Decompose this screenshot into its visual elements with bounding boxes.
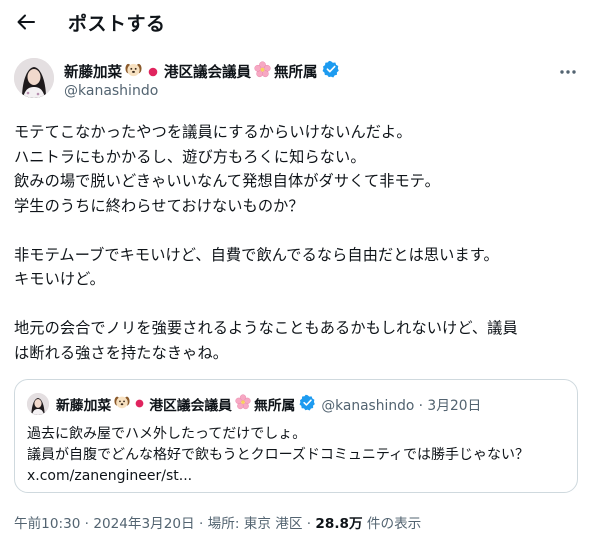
quoted-tweet[interactable]: 新藤加菜 港区議会議員 無所属 @kanashindo · 3月20日 過去に飲… <box>14 379 578 493</box>
verified-badge-icon <box>322 60 340 82</box>
quote-text: 過去に飲み屋でハメ外したってだけでしょ。 議員が自腹でどんな格好で飲もうとクロー… <box>27 424 572 487</box>
author-row: 新藤加菜 港区議会議員 無所属 @kanashindo <box>14 58 580 102</box>
avatar-image <box>14 58 54 98</box>
more-button[interactable] <box>558 62 578 82</box>
tweet-line: キモいけど。 <box>14 270 105 288</box>
top-bar: ポストする <box>0 0 590 48</box>
quote-avatar <box>27 393 49 415</box>
author-name-suffix: 港区議会議員 <box>164 64 251 81</box>
tweet-line: は断れる強さを持たなきゃね。 <box>14 343 229 362</box>
japan-flag-emoji <box>135 396 144 412</box>
author-affiliation: 無所属 <box>274 64 318 81</box>
quote-author-name: 新藤加菜 <box>56 398 112 414</box>
author-name-line[interactable]: 新藤加菜 港区議会議員 無所属 <box>64 60 340 82</box>
japan-flag-emoji <box>148 62 158 81</box>
meta-separator: · <box>198 516 208 532</box>
dog-face-emoji <box>125 61 142 82</box>
tweet-line: 学生のうちに終わらせておけないものか？ <box>14 196 304 215</box>
tweet-line: 飲みの場で脱いどきゃいいなんて発想自体がダサくて非モテ。 <box>14 172 440 190</box>
author-name: 新藤加菜 <box>64 64 122 81</box>
tweet-line: モテてこなかったやつを議員にするからいけないんだよ。 <box>14 123 412 141</box>
quote-line: 過去に飲み屋でハメ外したってだけでしょ。 <box>27 426 307 442</box>
more-horizontal-icon <box>560 70 576 74</box>
verified-badge-icon <box>299 394 316 415</box>
tweet-line: 地元の会合でノリを強要されるようなこともあるかもしれないけど、議員 <box>14 319 518 337</box>
dog-face-emoji <box>114 394 130 414</box>
page-title: ポストする <box>68 13 166 35</box>
quote-line: 議員が自腹でどんな格好で飲もうとクローズドコミュニティでは勝手じゃない？ <box>27 447 530 463</box>
quote-header: 新藤加菜 港区議会議員 無所属 @kanashindo · 3月20日 <box>56 393 481 415</box>
arrow-left-icon <box>17 14 35 30</box>
cherry-blossom-emoji <box>235 394 251 414</box>
author-handle[interactable]: @kanashindo <box>64 83 158 99</box>
avatar[interactable] <box>14 58 54 98</box>
quote-author-suffix: 港区議会議員 <box>149 398 232 414</box>
tweet-timestamp[interactable]: 午前10:30 · 2024年3月20日 <box>14 516 195 532</box>
quote-link[interactable]: x.com/zanengineer/st... <box>27 466 572 487</box>
tweet-line: 非モテムーブでキモいけど、自費で飲んでるなら自由だとは思います。 <box>14 245 499 264</box>
tweet-meta: 午前10:30 · 2024年3月20日 · 場所: 東京 港区 · 28.8万… <box>14 512 421 532</box>
tweet-line: ハニトラにもかかるし、遊び方もろくに知らない。 <box>14 147 366 166</box>
back-button[interactable] <box>14 10 38 34</box>
views-count: 28.8万 <box>315 516 363 532</box>
tweet-text: モテてこなかったやつを議員にするからいけないんだよ。 ハニトラにもかかるし、遊び… <box>14 120 580 365</box>
tweet-location[interactable]: 場所: 東京 港区 <box>208 516 303 532</box>
cherry-blossom-emoji <box>254 60 271 82</box>
views-label: 件の表示 <box>366 516 422 532</box>
quote-handle-date: @kanashindo · 3月20日 <box>321 398 482 414</box>
quote-author-affiliation: 無所属 <box>253 398 296 414</box>
